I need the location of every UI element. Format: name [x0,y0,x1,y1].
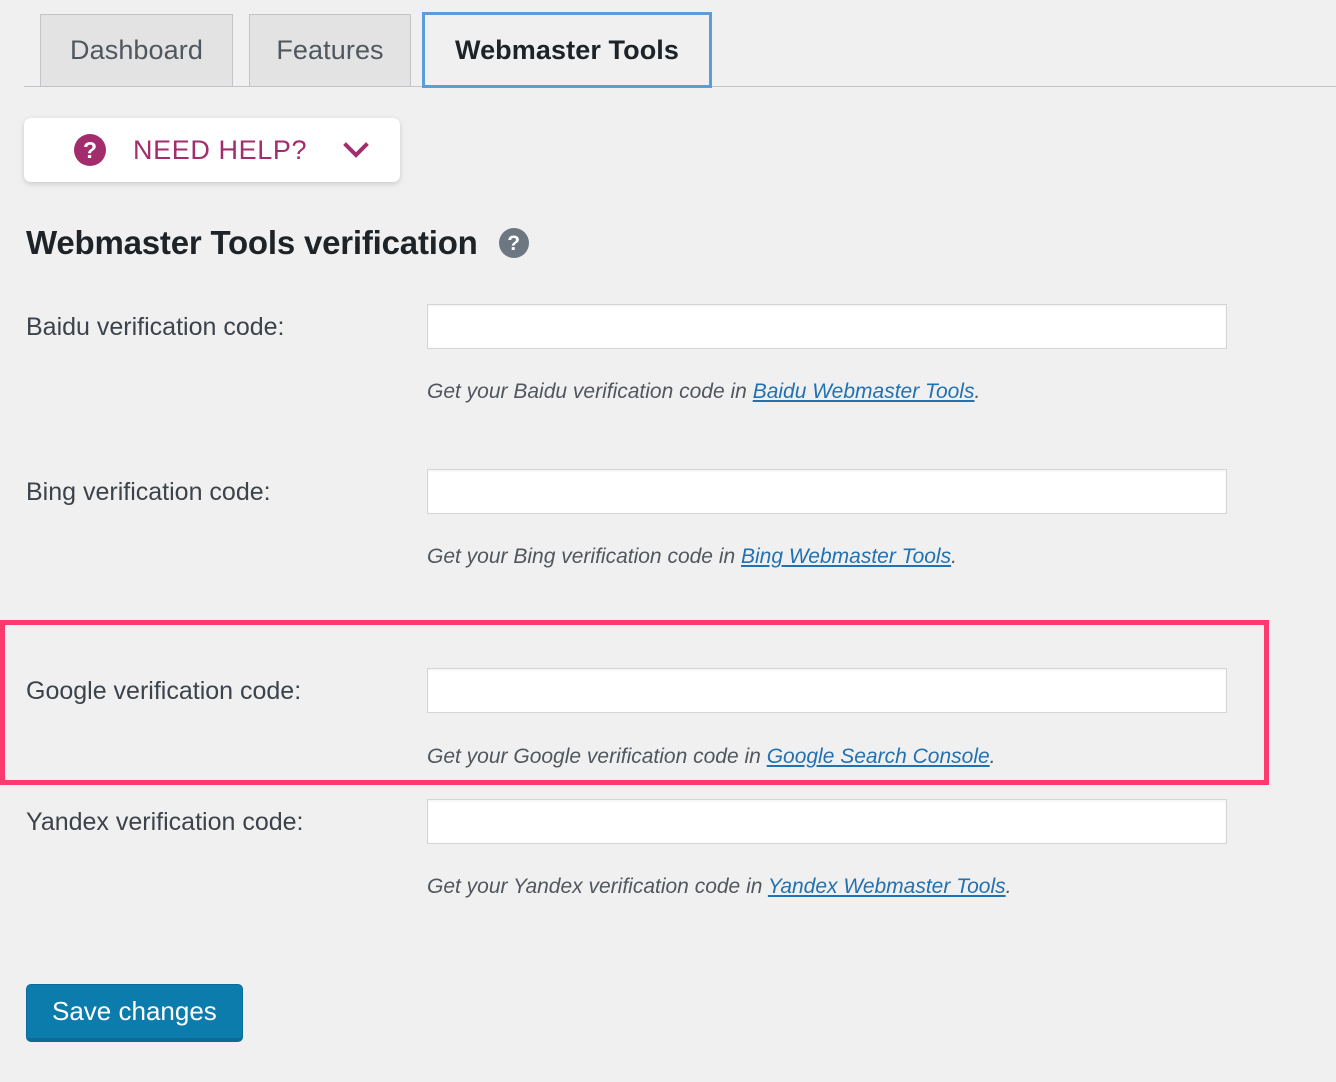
google-help-text: Get your Google verification code in Goo… [427,745,996,769]
page-title: Webmaster Tools verification ? [26,224,529,262]
baidu-help-text: Get your Baidu verification code in Baid… [427,380,980,404]
form-row-baidu: Baidu verification code: Get your Baidu … [0,290,1336,455]
bing-verification-input[interactable] [427,469,1227,514]
verification-form: Baidu verification code: Get your Baidu … [0,290,1336,950]
form-row-bing: Bing verification code: Get your Bing ve… [0,455,1336,620]
help-circle-icon[interactable]: ? [499,228,529,258]
google-help-suffix: . [990,745,996,768]
baidu-help-prefix: Get your Baidu verification code in [427,380,753,403]
bing-label: Bing verification code: [26,478,271,507]
tab-features-label: Features [276,35,383,66]
tab-webmaster-tools[interactable]: Webmaster Tools [424,14,710,86]
bing-help-suffix: . [951,545,957,568]
google-label: Google verification code: [26,677,301,706]
yandex-help-text: Get your Yandex verification code in Yan… [427,875,1011,899]
tab-strip-divider [24,86,1336,87]
form-row-google: Google verification code: Get your Googl… [0,620,1269,785]
need-help-label: NEED HELP? [133,135,307,166]
form-row-yandex: Yandex verification code: Get your Yande… [0,785,1336,950]
google-help-prefix: Get your Google verification code in [427,745,767,768]
baidu-help-suffix: . [974,380,980,403]
tab-strip: Dashboard Features Webmaster Tools [0,0,1336,94]
save-changes-button[interactable]: Save changes [26,984,243,1042]
page-title-text: Webmaster Tools verification [26,224,478,262]
baidu-verification-input[interactable] [427,304,1227,349]
save-changes-label: Save changes [52,996,217,1027]
tab-features[interactable]: Features [249,14,411,86]
question-mark-icon: ? [74,134,106,166]
tab-dashboard-label: Dashboard [70,35,203,66]
tab-webmaster-tools-label: Webmaster Tools [455,35,679,66]
yandex-label: Yandex verification code: [26,808,303,837]
yandex-help-prefix: Get your Yandex verification code in [427,875,768,898]
baidu-webmaster-tools-link[interactable]: Baidu Webmaster Tools [753,380,975,403]
yandex-verification-input[interactable] [427,799,1227,844]
need-help-button[interactable]: ? NEED HELP? [24,118,400,182]
chevron-down-icon[interactable] [342,141,370,159]
google-verification-input[interactable] [427,668,1227,713]
yandex-help-suffix: . [1006,875,1012,898]
bing-help-prefix: Get your Bing verification code in [427,545,741,568]
tab-dashboard[interactable]: Dashboard [40,14,233,86]
yandex-webmaster-tools-link[interactable]: Yandex Webmaster Tools [768,875,1006,898]
bing-webmaster-tools-link[interactable]: Bing Webmaster Tools [741,545,951,568]
baidu-label: Baidu verification code: [26,313,284,342]
bing-help-text: Get your Bing verification code in Bing … [427,545,957,569]
google-search-console-link[interactable]: Google Search Console [767,745,990,768]
